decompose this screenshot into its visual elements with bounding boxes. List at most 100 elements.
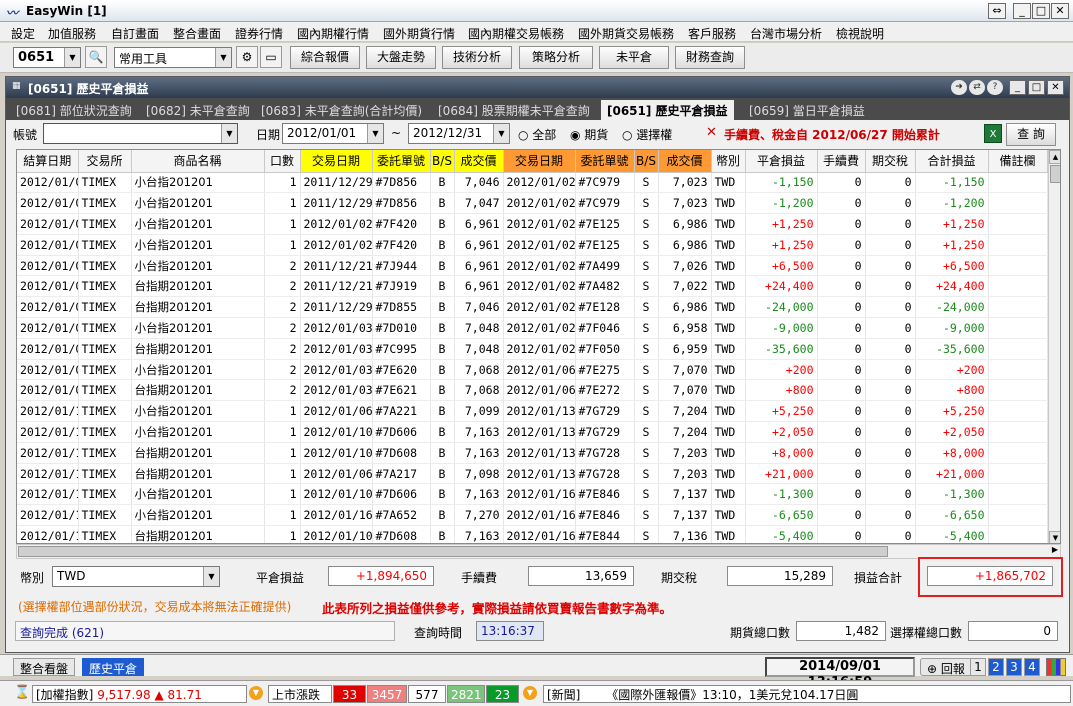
menu-item-customer-service[interactable]: 客戶服務 — [688, 25, 736, 42]
menu-item-integrated-screen[interactable]: 整合畫面 — [173, 25, 221, 42]
col-close-pnl[interactable]: 平倉損益 — [745, 150, 818, 173]
table-row[interactable]: 2012/01/16TIMEX小台指20120112012/01/10#7D60… — [17, 483, 1048, 506]
tab-0682[interactable]: [0682] 未平倉查詢 — [146, 102, 250, 119]
table-row[interactable]: 2012/01/13TIMEX台指期20120112012/01/06#7A21… — [17, 463, 1048, 485]
news-headline[interactable]: 《國際外匯報價》13:10，1美元兌104.17日圓 — [606, 688, 858, 702]
excel-export-icon[interactable]: X — [984, 124, 1002, 143]
table-row[interactable]: 2012/01/02TIMEX小台指20120112011/12/29#7D85… — [17, 192, 1048, 215]
tools-select[interactable]: 常用工具 ▼ — [114, 47, 232, 68]
col-total-pnl[interactable]: 合計損益 — [915, 150, 989, 173]
col-close-bs[interactable]: B/S — [634, 150, 659, 173]
tab-0651[interactable]: [0651] 歷史平倉損益 — [601, 100, 734, 120]
restore-icon[interactable]: ⇔ — [988, 3, 1006, 19]
scroll-up-icon[interactable]: ▲ — [1049, 150, 1060, 164]
breadth-menu-icon[interactable]: ▼ — [523, 686, 537, 700]
table-row[interactable]: 2012/01/02TIMEX小台指20120112012/01/02#7F42… — [17, 234, 1048, 256]
col-close-trade-date[interactable]: 交易日期 — [503, 150, 576, 173]
vertical-scrollbar[interactable]: ▲ ▼ — [1048, 150, 1060, 543]
maximize-button[interactable]: □ — [1032, 3, 1050, 19]
radio-futures[interactable]: ◉ 期貨 — [570, 126, 608, 143]
table-row[interactable]: 2012/01/02TIMEX台指期20120122011/12/21#7J91… — [17, 275, 1048, 298]
workspace-tab-integrated[interactable]: 整合看盤 — [13, 658, 76, 676]
menu-item-settings[interactable]: 設定 — [11, 25, 35, 42]
open-position-button[interactable]: 未平倉 — [599, 46, 669, 69]
chevron-down-icon[interactable]: ▼ — [203, 567, 219, 586]
chevron-down-icon[interactable]: ▼ — [221, 124, 237, 143]
index-menu-icon[interactable]: ▼ — [249, 686, 263, 700]
calendar-dropdown-icon[interactable]: ▼ — [367, 124, 383, 143]
table-row[interactable]: 2012/01/16TIMEX台指期20120112012/01/10#7D60… — [17, 525, 1048, 543]
table-row[interactable]: 2012/01/02TIMEX小台指20120112011/12/29#7D85… — [17, 172, 1048, 194]
col-open-price[interactable]: 成交價 — [454, 150, 504, 173]
screen-1-button[interactable]: 1 — [970, 658, 986, 676]
menu-item-stock-quotes[interactable]: 證券行情 — [235, 25, 283, 42]
menu-item-tw-market-analysis[interactable]: 台灣市場分析 — [750, 25, 822, 42]
table-row[interactable]: 2012/01/03TIMEX台指期20120122012/01/03#7C99… — [17, 338, 1048, 360]
financial-query-button[interactable]: 財務查詢 — [675, 46, 745, 69]
tab-0681[interactable]: [0681] 部位狀況查詢 — [16, 102, 132, 119]
menu-item-help[interactable]: 檢視說明 — [836, 25, 884, 42]
window-close-button[interactable]: ✕ — [1047, 80, 1064, 95]
menu-item-custom-screen[interactable]: 自訂畫面 — [111, 25, 159, 42]
report-button[interactable]: ⊕ 回報 — [920, 658, 972, 676]
search-icon[interactable]: 🔍 — [85, 46, 107, 68]
col-exchange[interactable]: 交易所 — [78, 150, 132, 173]
menu-item-foreign-trading-accounts[interactable]: 國外期貨交易帳務 — [578, 25, 674, 42]
tab-0683[interactable]: [0683] 未平倉查詢(合計均價) — [261, 102, 422, 119]
table-row[interactable]: 2012/01/13TIMEX台指期20120112012/01/10#7D60… — [17, 442, 1048, 464]
function-code-input[interactable]: 0651 ▼ — [13, 47, 81, 68]
screen-4-button[interactable]: 4 — [1024, 658, 1040, 676]
table-row[interactable]: 2012/01/13TIMEX小台指20120112012/01/06#7A22… — [17, 400, 1048, 423]
scroll-down-icon[interactable]: ▼ — [1049, 531, 1060, 543]
col-currency[interactable]: 幣別 — [711, 150, 746, 173]
window-icon[interactable]: ▭ — [260, 46, 282, 68]
tab-0684[interactable]: [0684] 股票期權未平倉查詢 — [438, 102, 590, 119]
screen-3-button[interactable]: 3 — [1006, 658, 1022, 676]
calendar-dropdown-icon[interactable]: ▼ — [493, 124, 509, 143]
help-icon[interactable]: ? — [987, 80, 1003, 95]
menu-item-value-added[interactable]: 加值服務 — [48, 25, 96, 42]
table-row[interactable]: 2012/01/03TIMEX小台指20120122012/01/03#7D01… — [17, 317, 1048, 339]
date-to-input[interactable]: 2012/12/31 ▼ — [408, 123, 510, 144]
export-icon[interactable]: ➜ — [951, 80, 967, 95]
scroll-thumb[interactable] — [18, 546, 888, 557]
close-button[interactable]: ✕ — [1051, 3, 1069, 19]
col-fee[interactable]: 手續費 — [817, 150, 866, 173]
scroll-right-icon[interactable]: ▶ — [1052, 545, 1058, 554]
query-button[interactable]: 查 詢 — [1006, 123, 1056, 146]
account-select[interactable]: ▼ — [43, 123, 238, 144]
col-product-name[interactable]: 商品名稱 — [131, 150, 265, 173]
scroll-thumb[interactable] — [1050, 165, 1060, 183]
menu-item-foreign-futures-quotes[interactable]: 國外期貨行情 — [383, 25, 455, 42]
minimize-button[interactable]: _ — [1013, 3, 1031, 19]
radio-options[interactable]: ○ 選擇權 — [622, 126, 672, 143]
screen-2-button[interactable]: 2 — [988, 658, 1004, 676]
col-tax[interactable]: 期交稅 — [865, 150, 916, 173]
gear-icon[interactable]: ⚙ — [236, 46, 258, 68]
workspace-tab-history[interactable]: 歷史平倉 — [82, 658, 145, 676]
table-row[interactable]: 2012/01/02TIMEX台指期20120122011/12/29#7D85… — [17, 296, 1048, 319]
strategy-analysis-button[interactable]: 策略分析 — [519, 46, 593, 69]
currency-select[interactable]: TWD ▼ — [52, 566, 220, 587]
date-from-input[interactable]: 2012/01/01 ▼ — [282, 123, 384, 144]
table-row[interactable]: 2012/01/16TIMEX小台指20120112012/01/16#7A65… — [17, 504, 1048, 527]
col-close-order-no[interactable]: 委託單號 — [575, 150, 635, 173]
horizontal-scrollbar[interactable]: ▶ — [16, 544, 1061, 559]
technical-analysis-button[interactable]: 技術分析 — [442, 46, 512, 69]
table-row[interactable]: 2012/01/02TIMEX小台指20120112012/01/02#7F42… — [17, 213, 1048, 235]
col-remark[interactable]: 備註欄 — [988, 150, 1048, 173]
col-open-trade-date[interactable]: 交易日期 — [300, 150, 373, 173]
chevron-down-icon[interactable]: ▼ — [64, 48, 80, 67]
table-row[interactable]: 2012/01/06TIMEX台指期20120122012/01/03#7E62… — [17, 379, 1048, 402]
table-row[interactable]: 2012/01/02TIMEX小台指20120122011/12/21#7J94… — [17, 255, 1048, 277]
radio-all[interactable]: ○ 全部 — [518, 126, 556, 143]
table-row[interactable]: 2012/01/13TIMEX小台指20120112012/01/10#7D60… — [17, 421, 1048, 443]
window-minimize-button[interactable]: _ — [1009, 80, 1026, 95]
col-open-order-no[interactable]: 委託單號 — [372, 150, 431, 173]
col-open-bs[interactable]: B/S — [430, 150, 455, 173]
link-icon[interactable]: ⇄ — [969, 80, 985, 95]
market-trend-button[interactable]: 大盤走勢 — [366, 46, 436, 69]
chevron-down-icon[interactable]: ▼ — [215, 48, 231, 67]
table-row[interactable]: 2012/01/06TIMEX小台指20120122012/01/03#7E62… — [17, 359, 1048, 381]
quotes-button[interactable]: 綜合報價 — [290, 46, 360, 69]
